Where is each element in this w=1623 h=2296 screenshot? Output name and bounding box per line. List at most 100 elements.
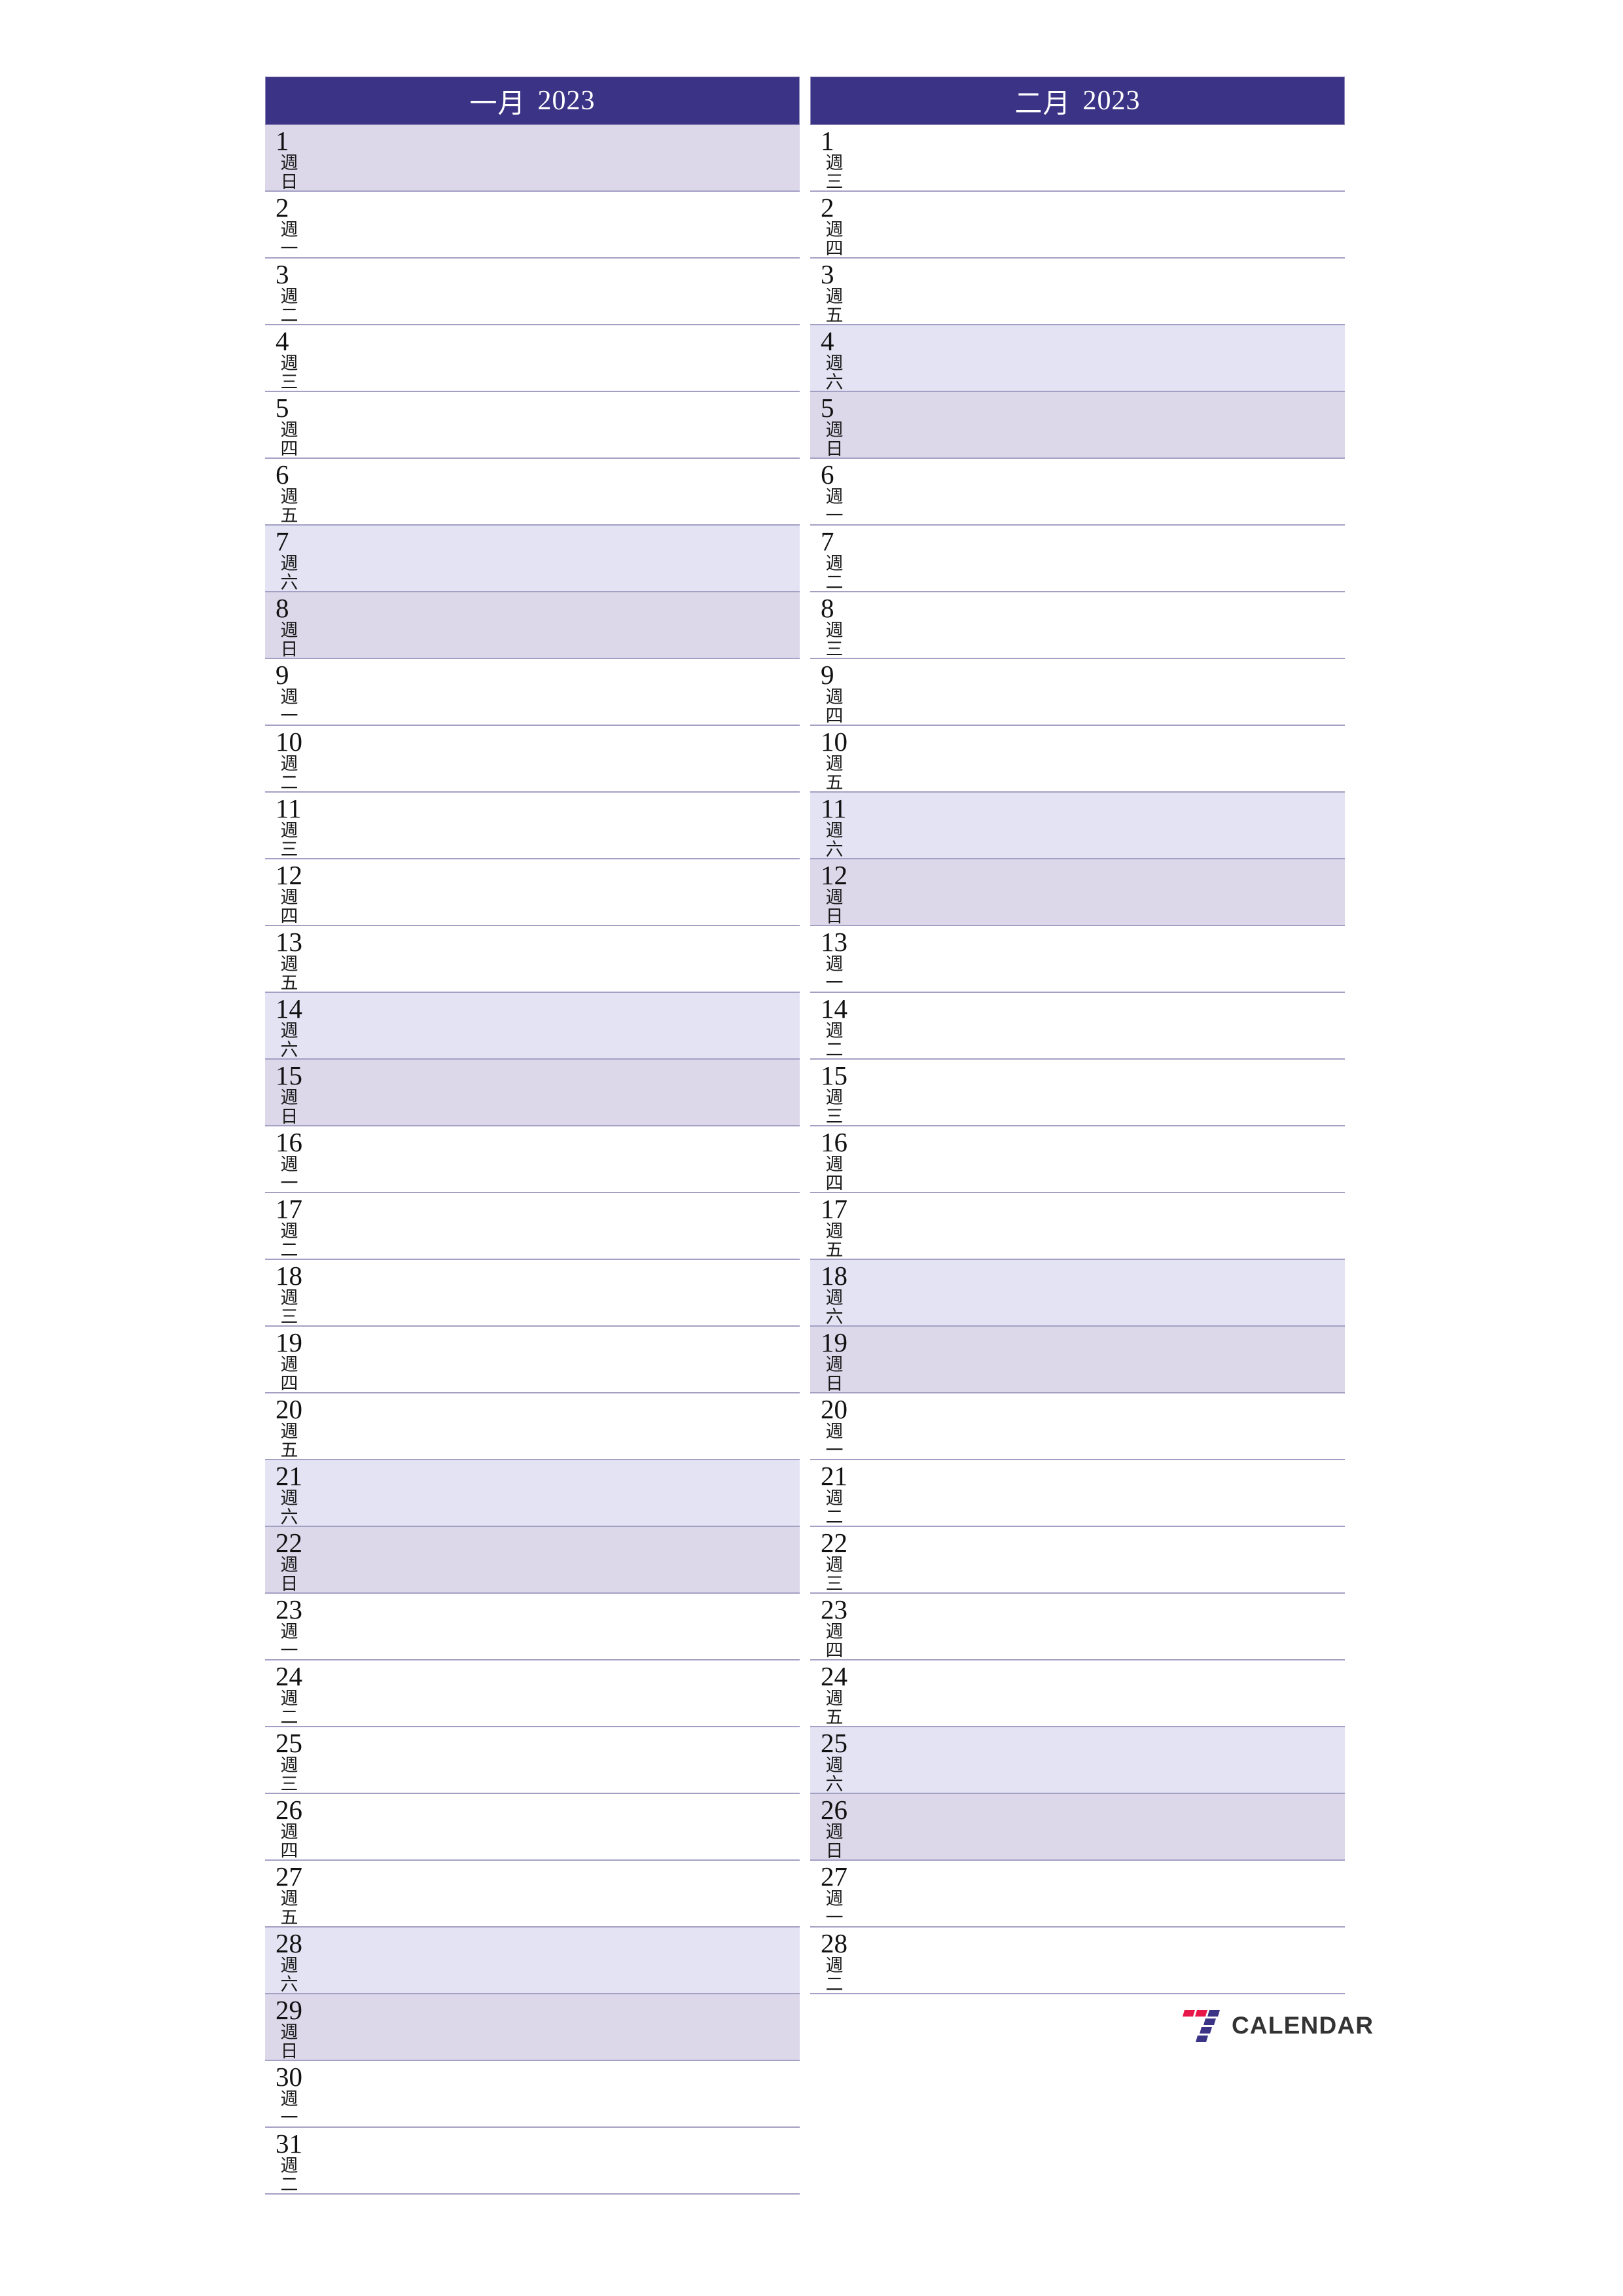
- weekday-char: 週: [825, 620, 844, 640]
- day-row[interactable]: 16 週一: [265, 1126, 800, 1193]
- weekday-char: 週: [825, 353, 844, 373]
- weekday-char: 三: [825, 1107, 844, 1126]
- weekday-label: 週一: [278, 2090, 300, 2128]
- day-row[interactable]: 5週日: [810, 392, 1345, 459]
- month-column-january: 一月 2023 1 週日 2 週一 3 週二 4 週三 5 週四 6 週五 7 週六 8 週日 9 週一 10 週二 1…: [265, 77, 800, 2217]
- day-row[interactable]: 7週二: [810, 526, 1345, 592]
- day-row[interactable]: 9週一: [265, 659, 800, 726]
- day-row[interactable]: 30 週一: [265, 2061, 800, 2128]
- day-number: 6: [276, 459, 289, 490]
- weekday-char: 週: [825, 420, 844, 440]
- day-row[interactable]: 26 週日: [810, 1794, 1345, 1861]
- day-row[interactable]: 8週日: [265, 592, 800, 659]
- weekday-char: 週: [280, 1355, 298, 1374]
- weekday-label: 週六: [278, 1956, 300, 1994]
- weekday-char: 日: [825, 906, 844, 926]
- day-row[interactable]: 25 週三: [265, 1727, 800, 1794]
- day-row[interactable]: 17 週二: [265, 1193, 800, 1260]
- day-row[interactable]: 13 週一: [810, 926, 1345, 993]
- day-row[interactable]: 19 週四: [265, 1327, 800, 1393]
- weekday-char: 週: [280, 1755, 298, 1775]
- weekday-char: 四: [280, 439, 298, 459]
- day-row[interactable]: 27 週一: [810, 1861, 1345, 1928]
- day-row[interactable]: 25 週六: [810, 1727, 1345, 1794]
- day-row[interactable]: 6週五: [265, 459, 800, 526]
- day-row[interactable]: 10 週五: [810, 726, 1345, 793]
- weekday-char: 週: [280, 687, 298, 707]
- weekday-char: 週: [280, 2156, 298, 2176]
- day-number: 25: [276, 1728, 302, 1758]
- day-row[interactable]: 12 週日: [810, 859, 1345, 926]
- day-row[interactable]: 16 週四: [810, 1126, 1345, 1193]
- day-row[interactable]: 2週四: [810, 192, 1345, 259]
- weekday-char: 週: [280, 1288, 298, 1308]
- day-row[interactable]: 13 週五: [265, 926, 800, 993]
- day-row[interactable]: 15 週三: [810, 1060, 1345, 1126]
- day-row[interactable]: 11 週三: [265, 793, 800, 859]
- day-number: 8: [821, 593, 834, 623]
- day-number: 15: [276, 1060, 302, 1090]
- weekday-char: 二: [825, 1975, 844, 1994]
- weekday-label: 週二: [823, 1022, 846, 1060]
- day-row[interactable]: 18 週三: [265, 1260, 800, 1327]
- day-number: 27: [276, 1861, 302, 1892]
- day-number: 26: [821, 1795, 847, 1825]
- day-row[interactable]: 6週一: [810, 459, 1345, 526]
- weekday-char: 週: [280, 1555, 298, 1575]
- day-number: 16: [276, 1127, 302, 1157]
- weekday-label: 週三: [823, 1088, 846, 1126]
- day-row[interactable]: 2週一: [265, 192, 800, 259]
- day-row[interactable]: 27 週五: [265, 1861, 800, 1928]
- day-row[interactable]: 4週三: [265, 325, 800, 392]
- day-row[interactable]: 22 週日: [265, 1527, 800, 1594]
- day-row[interactable]: 17 週五: [810, 1193, 1345, 1260]
- day-row[interactable]: 15 週日: [265, 1060, 800, 1126]
- day-row[interactable]: 20 週一: [810, 1393, 1345, 1460]
- day-row[interactable]: 4週六: [810, 325, 1345, 392]
- day-row[interactable]: 26 週四: [265, 1794, 800, 1861]
- weekday-char: 四: [280, 906, 298, 926]
- weekday-char: 五: [280, 973, 298, 993]
- day-row[interactable]: 12 週四: [265, 859, 800, 926]
- day-row[interactable]: 8週三: [810, 592, 1345, 659]
- day-number: 9: [821, 660, 834, 690]
- day-row[interactable]: 3週二: [265, 259, 800, 325]
- day-row[interactable]: 22 週三: [810, 1527, 1345, 1594]
- day-row[interactable]: 9週四: [810, 659, 1345, 726]
- weekday-char: 五: [825, 306, 844, 325]
- weekday-char: 週: [825, 287, 844, 306]
- day-row[interactable]: 7週六: [265, 526, 800, 592]
- day-row[interactable]: 23 週一: [265, 1594, 800, 1660]
- weekday-label: 週四: [278, 421, 300, 459]
- day-row[interactable]: 1週三: [810, 125, 1345, 192]
- day-number: 23: [821, 1594, 847, 1624]
- weekday-label: 週一: [823, 1422, 846, 1460]
- day-row[interactable]: 1週日: [265, 125, 800, 192]
- day-row[interactable]: 24 週二: [265, 1660, 800, 1727]
- day-row[interactable]: 24 週五: [810, 1660, 1345, 1727]
- weekday-char: 五: [825, 1708, 844, 1727]
- month-header-january: 一月 2023: [265, 77, 800, 125]
- weekday-char: 週: [280, 821, 298, 840]
- day-row[interactable]: 31 週二: [265, 2128, 800, 2195]
- day-row[interactable]: 11 週六: [810, 793, 1345, 859]
- day-row[interactable]: 21 週二: [810, 1460, 1345, 1527]
- day-row[interactable]: 23 週四: [810, 1594, 1345, 1660]
- weekday-label: 週二: [278, 1689, 300, 1727]
- day-row[interactable]: 10 週二: [265, 726, 800, 793]
- day-row[interactable]: 5週四: [265, 392, 800, 459]
- day-row[interactable]: 28 週六: [265, 1928, 800, 1994]
- day-row[interactable]: 20 週五: [265, 1393, 800, 1460]
- weekday-label: 週日: [278, 1556, 300, 1594]
- day-row[interactable]: 28 週二: [810, 1928, 1345, 1994]
- weekday-char: 四: [825, 706, 844, 726]
- day-row[interactable]: 14 週六: [265, 993, 800, 1060]
- day-row[interactable]: 18 週六: [810, 1260, 1345, 1327]
- day-row[interactable]: 14 週二: [810, 993, 1345, 1060]
- day-row[interactable]: 29 週日: [265, 1994, 800, 2061]
- day-row[interactable]: 3週五: [810, 259, 1345, 325]
- weekday-char: 日: [280, 1107, 298, 1126]
- day-number: 21: [276, 1461, 302, 1491]
- day-row[interactable]: 19 週日: [810, 1327, 1345, 1393]
- day-row[interactable]: 21 週六: [265, 1460, 800, 1527]
